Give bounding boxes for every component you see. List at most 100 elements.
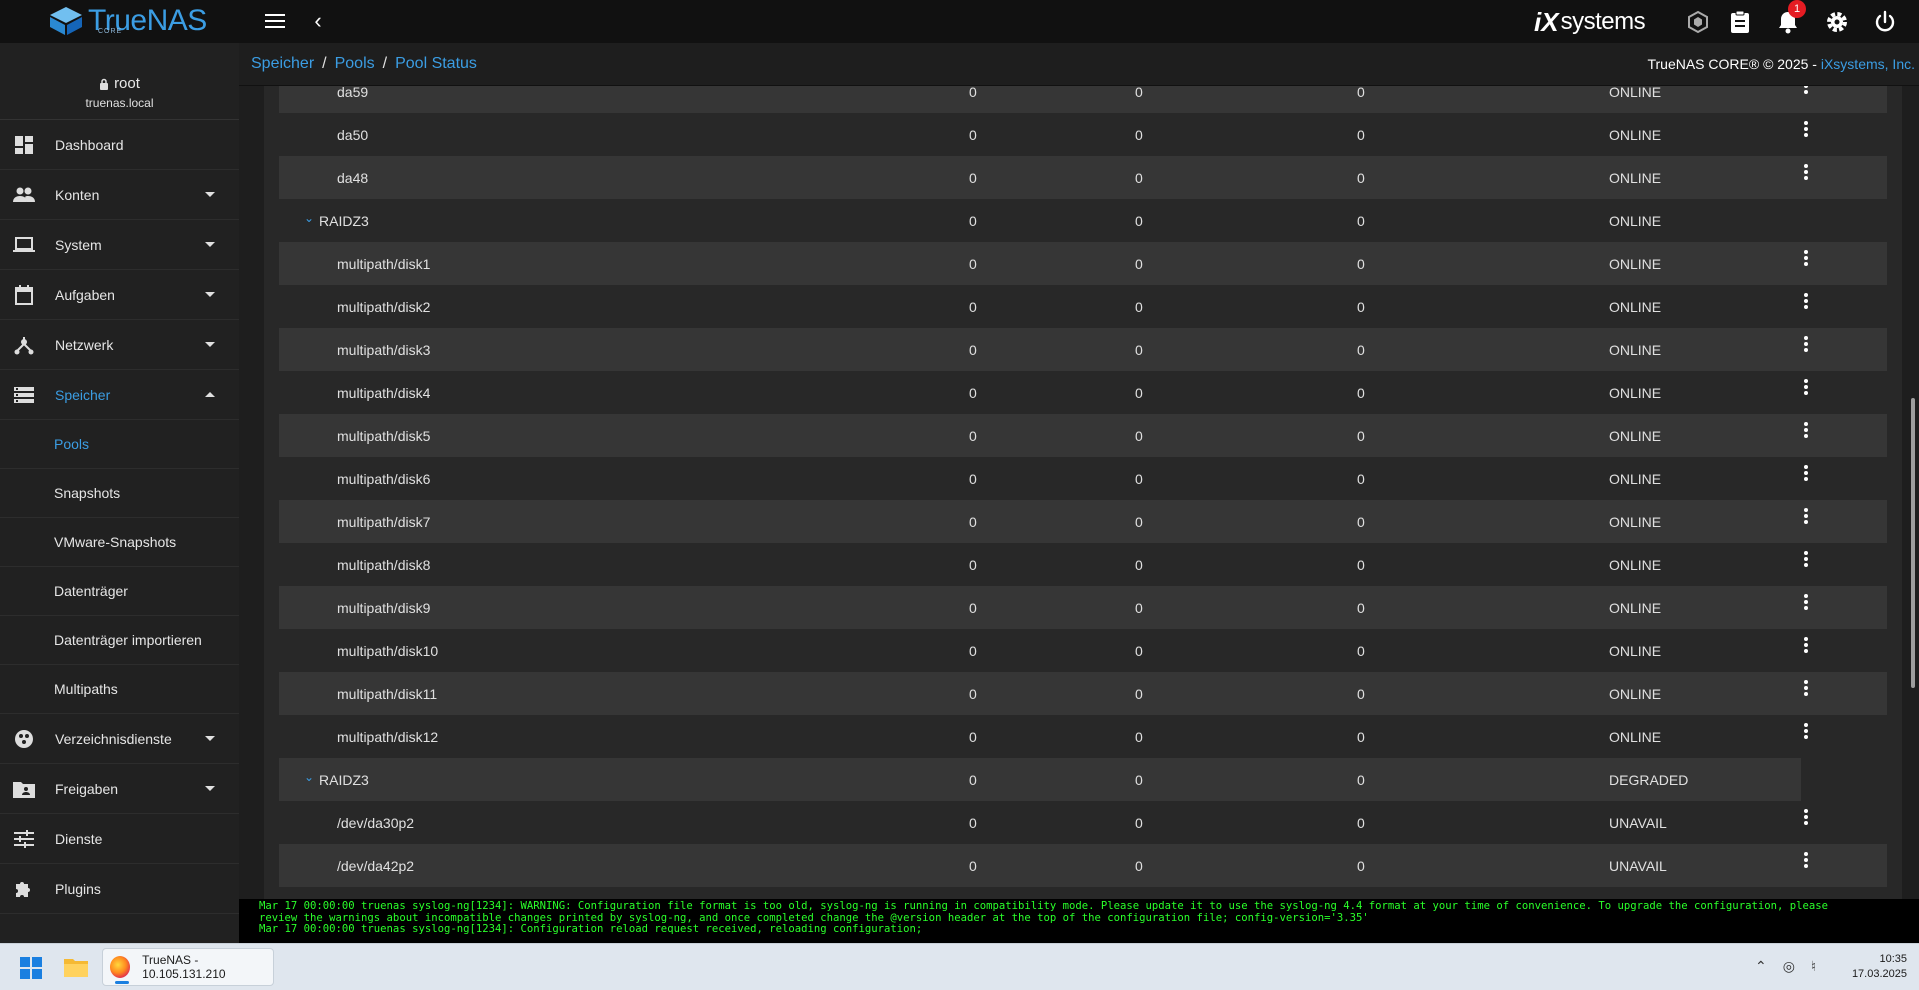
device-status: ONLINE — [1609, 212, 1662, 229]
sidebar-item-speicher[interactable]: Speicher — [0, 370, 239, 420]
sidebar-subitem-disks[interactable]: Datenträger — [0, 567, 239, 616]
sidebar: root truenas.local Dashboard Konten Syst… — [0, 43, 239, 943]
read-errors: 0 — [969, 556, 977, 573]
disk-row[interactable]: multipath/disk2 0 0 0 ONLINE — [279, 285, 1887, 328]
sidebar-item-system[interactable]: System — [0, 220, 239, 270]
breadcrumb-speicher[interactable]: Speicher — [251, 55, 314, 73]
disk-row[interactable]: da48 0 0 0 ONLINE — [279, 156, 1887, 199]
sidebar-item-aufgaben[interactable]: Aufgaben — [0, 270, 239, 320]
network-globe-icon[interactable]: ◎ — [1783, 958, 1795, 975]
ixsystems-link[interactable]: iXsystems, Inc. — [1821, 56, 1915, 72]
sidebar-subitem-import-disk[interactable]: Datenträger importieren — [0, 616, 239, 665]
sidebar-item-plugins[interactable]: Plugins — [0, 864, 239, 914]
menu-toggle-button[interactable] — [262, 10, 288, 34]
pool-status-table: da59 0 0 0 ONLINE da50 0 0 0 ONLINE da48 0 0 0 ONLINE ⌄… — [264, 86, 1902, 899]
read-errors: 0 — [969, 86, 977, 100]
truenas-logo[interactable]: TrueNAS — [48, 2, 207, 40]
checksum-errors: 0 — [1357, 642, 1365, 659]
sidebar-item-dienste[interactable]: Dienste — [0, 814, 239, 864]
device-status: UNAVAIL — [1609, 857, 1667, 874]
disk-row[interactable]: da50 0 0 0 ONLINE — [279, 113, 1887, 156]
disk-row[interactable]: multipath/disk1 0 0 0 ONLINE — [279, 242, 1887, 285]
checksum-errors: 0 — [1357, 298, 1365, 315]
sidebar-item-dashboard[interactable]: Dashboard — [0, 120, 239, 170]
disk-row[interactable]: multipath/disk7 0 0 0 ONLINE — [279, 500, 1887, 543]
more-vert-icon[interactable] — [1796, 721, 1816, 745]
more-vert-icon[interactable] — [1796, 420, 1816, 444]
more-vert-icon[interactable] — [1796, 850, 1816, 874]
sidebar-item-netzwerk[interactable]: Netzwerk — [0, 320, 239, 370]
read-errors: 0 — [969, 470, 977, 487]
vdev-row[interactable]: ⌄ RAIDZ3 0 0 0 ONLINE — [279, 199, 1887, 242]
more-vert-icon[interactable] — [1796, 549, 1816, 573]
tray-chevron-up-icon[interactable]: ⌃ — [1755, 958, 1767, 975]
more-vert-icon[interactable] — [1796, 291, 1816, 315]
disk-row[interactable]: /dev/da42p2 0 0 0 UNAVAIL — [279, 844, 1887, 887]
vdev-row[interactable]: ⌄ RAIDZ3 0 0 0 DEGRADED — [279, 758, 1801, 801]
disk-row[interactable]: multipath/disk4 0 0 0 ONLINE — [279, 371, 1887, 414]
write-errors: 0 — [1135, 642, 1143, 659]
disk-row[interactable]: multipath/disk10 0 0 0 ONLINE — [279, 629, 1887, 672]
more-vert-icon[interactable] — [1796, 592, 1816, 616]
read-errors: 0 — [969, 513, 977, 530]
more-vert-icon[interactable] — [1796, 334, 1816, 358]
clock-date: 17.03.2025 — [1851, 968, 1907, 980]
sidebar-subitem-vmware-snapshots[interactable]: VMware-Snapshots — [0, 518, 239, 567]
more-vert-icon[interactable] — [1796, 119, 1816, 143]
taskbar-clock[interactable]: 10:35 17.03.2025 — [1852, 952, 1907, 982]
disk-row[interactable]: da59 0 0 0 ONLINE — [279, 86, 1887, 113]
clipboard-tasks-icon[interactable] — [1726, 8, 1754, 36]
device-name: multipath/disk9 — [337, 599, 431, 616]
disk-row[interactable]: multipath/disk8 0 0 0 ONLINE — [279, 543, 1887, 586]
write-errors: 0 — [1135, 470, 1143, 487]
calendar-icon — [13, 284, 35, 306]
breadcrumb-bar: Speicher / Pools / Pool Status TrueNAS C… — [239, 43, 1919, 86]
more-vert-icon[interactable] — [1796, 86, 1816, 100]
more-vert-icon[interactable] — [1796, 377, 1816, 401]
file-explorer-icon[interactable] — [64, 957, 88, 977]
disk-row[interactable]: multipath/disk3 0 0 0 ONLINE — [279, 328, 1887, 371]
disk-row[interactable]: multipath/disk5 0 0 0 ONLINE — [279, 414, 1887, 457]
storage-icon — [13, 384, 35, 406]
more-vert-icon[interactable] — [1796, 678, 1816, 702]
windows-start-icon[interactable] — [20, 957, 42, 979]
device-status: ONLINE — [1609, 556, 1662, 573]
sidebar-item-freigaben[interactable]: Freigaben — [0, 764, 239, 814]
more-vert-icon[interactable] — [1796, 162, 1816, 186]
write-errors: 0 — [1135, 513, 1143, 530]
settings-gear-icon[interactable] — [1823, 8, 1851, 36]
device-name: multipath/disk8 — [337, 556, 431, 573]
main-scrollbar[interactable] — [1911, 86, 1917, 899]
more-vert-icon[interactable] — [1796, 463, 1816, 487]
disk-row[interactable]: /dev/da30p2 0 0 0 UNAVAIL — [279, 801, 1887, 844]
taskbar-firefox-truenas[interactable]: TrueNAS - 10.105.131.210 — [102, 948, 274, 986]
sidebar-subitem-snapshots[interactable]: Snapshots — [0, 469, 239, 518]
disk-row[interactable]: multipath/disk12 0 0 0 ONLINE — [279, 715, 1887, 758]
more-vert-icon[interactable] — [1796, 807, 1816, 831]
sidebar-item-label: Konten — [55, 186, 100, 203]
back-chevron-icon[interactable]: ‹ — [306, 8, 330, 34]
read-errors: 0 — [969, 126, 977, 143]
disk-row[interactable]: multipath/disk6 0 0 0 ONLINE — [279, 457, 1887, 500]
directory-icon — [13, 728, 35, 750]
sidebar-item-konten[interactable]: Konten — [0, 170, 239, 220]
power-icon[interactable] — [1871, 8, 1899, 36]
device-name: RAIDZ3 — [319, 212, 369, 229]
chevron-up-icon — [205, 392, 215, 397]
sidebar-subitem-pools[interactable]: Pools — [0, 420, 239, 469]
read-errors: 0 — [969, 255, 977, 272]
sidebar-item-verzeichnisdienste[interactable]: Verzeichnisdienste — [0, 714, 239, 764]
truecommand-icon[interactable] — [1684, 8, 1712, 36]
more-vert-icon[interactable] — [1796, 506, 1816, 530]
volume-muted-icon[interactable]: ♮ — [1811, 958, 1816, 975]
checksum-errors: 0 — [1357, 341, 1365, 358]
chevron-down-icon[interactable]: ⌄ — [304, 211, 314, 225]
more-vert-icon[interactable] — [1796, 248, 1816, 272]
disk-row[interactable]: multipath/disk9 0 0 0 ONLINE — [279, 586, 1887, 629]
breadcrumb-pool-status[interactable]: Pool Status — [395, 55, 477, 73]
disk-row[interactable]: multipath/disk11 0 0 0 ONLINE — [279, 672, 1887, 715]
breadcrumb-pools[interactable]: Pools — [335, 55, 375, 73]
chevron-down-icon[interactable]: ⌄ — [304, 770, 314, 784]
more-vert-icon[interactable] — [1796, 635, 1816, 659]
sidebar-subitem-multipaths[interactable]: Multipaths — [0, 665, 239, 714]
